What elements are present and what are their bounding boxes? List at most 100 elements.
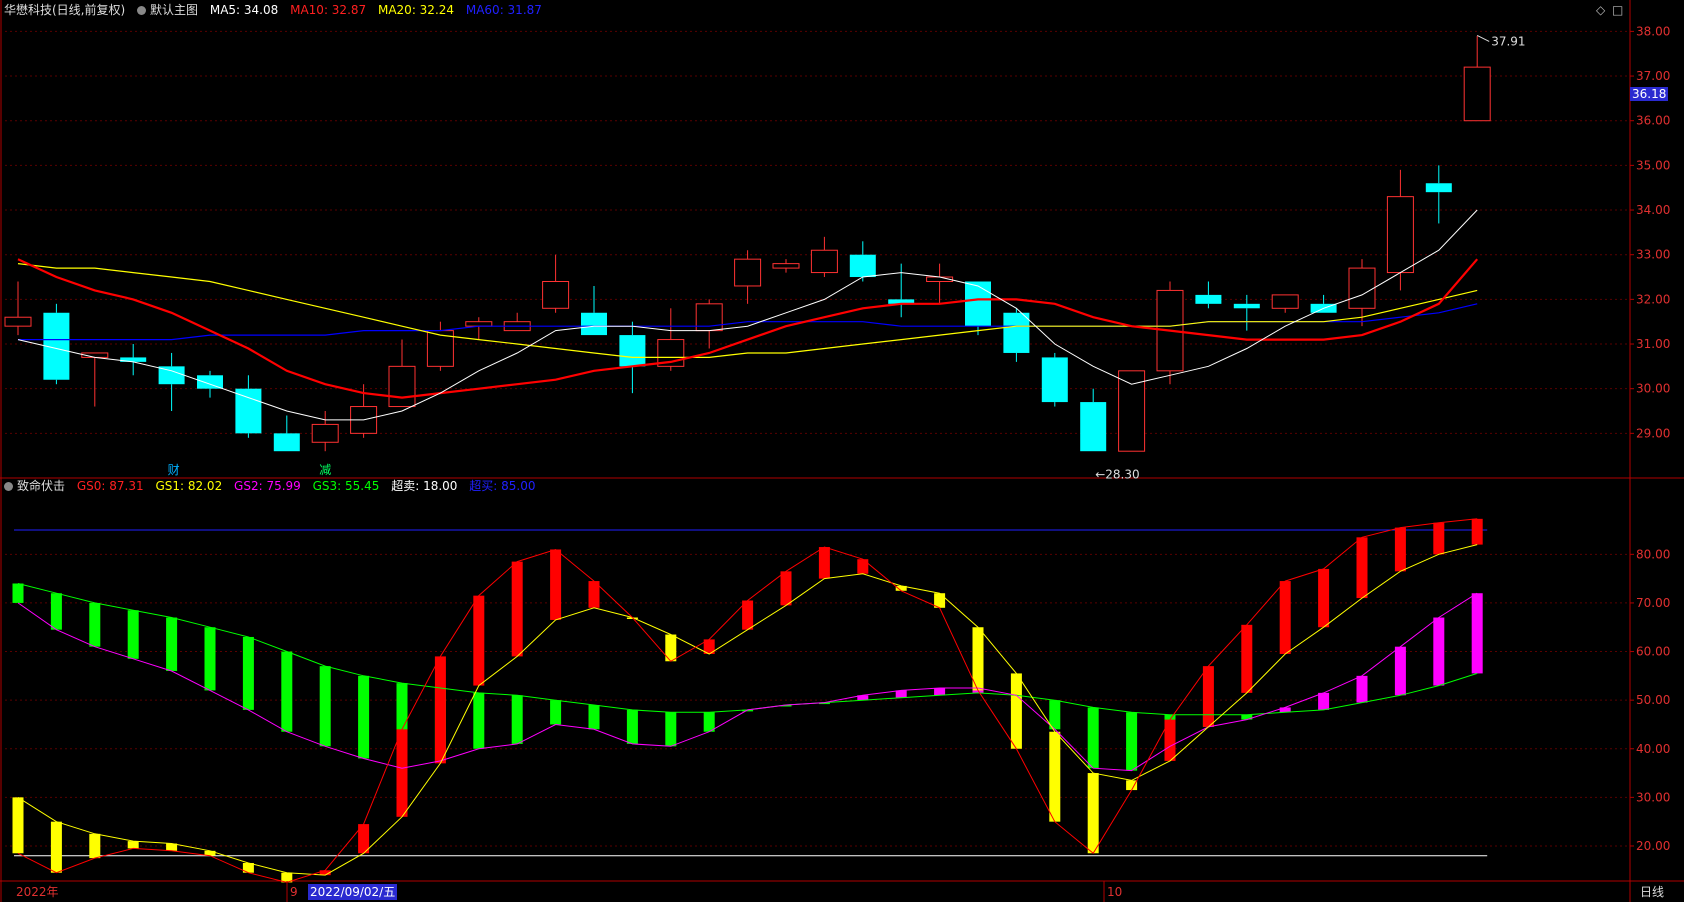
gs2-gs3-bar bbox=[166, 617, 178, 671]
candle-down bbox=[1080, 402, 1107, 452]
candle-down bbox=[1041, 357, 1068, 403]
gs0-gs1-bar bbox=[1126, 780, 1138, 791]
gs2-gs3-bar bbox=[204, 627, 216, 691]
gs0-gs1-bar bbox=[1471, 518, 1483, 545]
gs0-gs1-bar bbox=[780, 571, 792, 606]
gs2-gs3-bar bbox=[895, 690, 907, 698]
gs0-legend: GS0: 87.31 bbox=[76, 479, 144, 493]
candle-up bbox=[1463, 66, 1491, 122]
price-tick-label: 38.00 bbox=[1636, 24, 1670, 38]
chart-name[interactable]: 默认主图 bbox=[150, 3, 198, 17]
gs2-gs3-bar bbox=[703, 712, 715, 732]
window-icon[interactable]: □ bbox=[1612, 3, 1623, 17]
indicator-tick-label: 40.00 bbox=[1636, 742, 1670, 756]
gs1-legend: GS1: 82.02 bbox=[155, 479, 223, 493]
gs2-gs3-bar bbox=[1126, 712, 1138, 771]
current-price-badge: 36.18 bbox=[1630, 87, 1669, 101]
chart-canvas[interactable]: 29.00 30.00 31.00 32.00 33.00 34.00 35.00 36.00… bbox=[0, 0, 1684, 902]
gs2-gs3-bar bbox=[1471, 593, 1483, 674]
candle-up bbox=[734, 258, 762, 287]
gs0-gs1-bar bbox=[473, 595, 485, 686]
gs2-gs3-bar bbox=[1356, 675, 1368, 703]
stock-title: 华懋科技(日线,前复权) bbox=[4, 3, 126, 17]
candle-up bbox=[772, 263, 800, 269]
price-tick-label: 35.00 bbox=[1636, 158, 1670, 172]
candle-down bbox=[581, 312, 607, 336]
price-tick-label: 34.00 bbox=[1636, 203, 1670, 217]
indicator-tick-label: 60.00 bbox=[1636, 645, 1670, 659]
gs2-gs3-bar bbox=[281, 651, 293, 732]
timeframe-label[interactable]: 日线 bbox=[1640, 883, 1664, 900]
candle-up bbox=[388, 365, 416, 408]
gs2-gs3-bar bbox=[50, 593, 62, 630]
gs2-gs3-bar bbox=[1394, 646, 1406, 696]
gs0-gs1-bar bbox=[857, 559, 869, 574]
gs2-gs3-bar bbox=[127, 610, 139, 659]
gs2-gs3-bar bbox=[89, 602, 101, 647]
ma60-legend: MA60: 31.87 bbox=[465, 3, 542, 17]
gs0-gs1-bar bbox=[550, 549, 562, 620]
price-tick-label: 32.00 bbox=[1636, 292, 1670, 306]
gs3-legend: GS3: 55.45 bbox=[312, 479, 380, 493]
diamond-icon[interactable]: ◇ bbox=[1596, 3, 1605, 17]
month-sep-label: 9 bbox=[290, 885, 298, 899]
candle-down bbox=[235, 388, 262, 434]
high-price-label: 37.91 bbox=[1491, 34, 1525, 48]
candle-down bbox=[1195, 294, 1222, 304]
gs0-gs1-bar bbox=[1394, 527, 1406, 572]
gs0-gs1-bar bbox=[434, 656, 446, 764]
gs2-gs3-bar bbox=[665, 712, 677, 747]
gs2-gs3-bar bbox=[550, 700, 562, 725]
price-tick-label: 37.00 bbox=[1636, 69, 1670, 83]
gs2-gs3-bar bbox=[626, 709, 638, 744]
candle-up bbox=[465, 321, 493, 327]
event-marker-finance: 财 bbox=[168, 463, 180, 477]
oversold-legend: 超卖: 18.00 bbox=[391, 479, 458, 493]
candle-down bbox=[619, 335, 646, 367]
ma10-legend: MA10: 32.87 bbox=[290, 3, 367, 17]
gs0-gs1-bar bbox=[89, 833, 101, 859]
indicator-tick-label: 20.00 bbox=[1636, 839, 1670, 853]
indicator-tick-label: 50.00 bbox=[1636, 693, 1670, 707]
candle-up bbox=[1118, 370, 1146, 452]
gs2-gs3-bar bbox=[1318, 692, 1330, 710]
gs0-gs1-bar bbox=[1241, 624, 1253, 693]
month-oct-label: 10 bbox=[1107, 885, 1122, 899]
candle-down bbox=[849, 254, 876, 278]
candle-down bbox=[273, 433, 300, 452]
gs2-gs3-bar bbox=[588, 705, 600, 730]
gs2-gs3-bar bbox=[319, 666, 331, 747]
candle-down bbox=[197, 375, 223, 389]
gs2-gs3-bar bbox=[12, 583, 24, 603]
gs2-gs3-bar bbox=[934, 688, 946, 696]
gs0-gs1-bar bbox=[1356, 537, 1368, 599]
gs2-gs3-bar bbox=[242, 636, 254, 710]
price-tick-label: 30.00 bbox=[1636, 382, 1670, 396]
gs0-gs1-bar bbox=[818, 547, 830, 579]
indicator-header: 致命伏击 GS0: 87.31 GS1: 82.02 GS2: 75.99 GS… bbox=[4, 477, 543, 495]
low-price-label: ←28.30 bbox=[1095, 468, 1139, 482]
gs2-gs3-bar bbox=[511, 695, 523, 744]
gs2-gs3-bar bbox=[473, 692, 485, 749]
candle-up bbox=[1386, 196, 1414, 274]
main-chart-header: 华懋科技(日线,前复权) 默认主图 MA5: 34.08 MA10: 32.87… bbox=[4, 1, 550, 19]
indicator-name[interactable]: 致命伏击 bbox=[17, 479, 65, 493]
indicator-menu-icon[interactable] bbox=[4, 482, 13, 491]
gs2-gs3-bar bbox=[358, 675, 370, 759]
chart-menu-icon[interactable] bbox=[137, 6, 147, 15]
gs0-gs1-bar bbox=[50, 821, 62, 873]
overbought-legend: 超买: 85.00 bbox=[469, 479, 536, 493]
gs0-gs1-bar bbox=[127, 841, 139, 849]
event-marker-reduce: 减 bbox=[319, 463, 331, 477]
gs0-gs1-bar bbox=[1049, 731, 1061, 822]
ma5-legend: MA5: 34.08 bbox=[209, 3, 279, 17]
gs2-gs3-bar bbox=[1433, 617, 1445, 686]
gs0-gs1-bar bbox=[396, 729, 408, 817]
high-pointer bbox=[1476, 34, 1490, 42]
gs0-gs1-bar bbox=[12, 797, 24, 854]
gs0-gs1-bar bbox=[1433, 522, 1445, 555]
candle-up bbox=[810, 249, 838, 274]
gs0-gs1-bar bbox=[511, 561, 523, 657]
candle-down bbox=[1003, 312, 1030, 353]
candle-up bbox=[4, 316, 32, 327]
